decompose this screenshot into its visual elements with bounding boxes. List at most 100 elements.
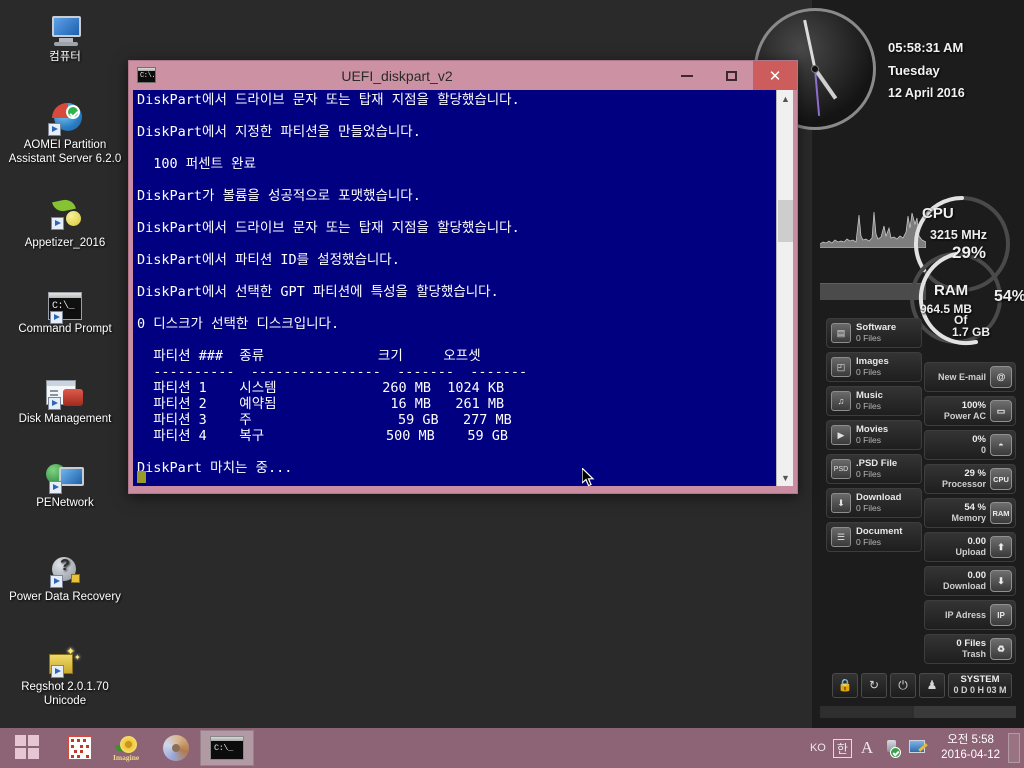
ram-total: 1.7 GB bbox=[952, 325, 991, 339]
file-category-item[interactable]: ▶ Movies 0 Files bbox=[826, 420, 922, 450]
desktop-icon-label: PENetwork bbox=[36, 497, 94, 509]
minimize-button[interactable] bbox=[665, 61, 709, 90]
usb-safely-remove-icon[interactable] bbox=[882, 738, 902, 758]
console-window-icon: C:\. bbox=[137, 67, 156, 83]
status-label: New E-mail bbox=[937, 371, 986, 382]
taskbar-item-qr-app[interactable] bbox=[56, 728, 104, 768]
desktop[interactable]: 컴퓨터 AOMEI Partition Assistant Server 6.2… bbox=[0, 0, 1024, 728]
command-prompt-icon: C:\_ bbox=[0, 278, 130, 324]
file-category-item[interactable]: ⬇ Download 0 Files bbox=[826, 488, 922, 518]
desktop-icon-computer[interactable]: 컴퓨터 bbox=[0, 6, 130, 65]
download-arrow-icon: ⬇ bbox=[990, 570, 1012, 592]
console-window[interactable]: C:\. UEFI_diskpart_v2 ✕ DiskPart에서 드라이브 … bbox=[128, 60, 798, 494]
power-ac-icon: ▭ bbox=[990, 400, 1012, 422]
file-category-item[interactable]: ▤ Software 0 Files bbox=[826, 318, 922, 348]
taskbar-clock[interactable]: 오전 5:58 2016-04-12 bbox=[941, 733, 1000, 763]
user-button[interactable]: ♟ bbox=[919, 672, 945, 698]
tray-ime-indicator[interactable]: 한 bbox=[832, 738, 852, 758]
taskbar[interactable]: Imagine C:\_ KO 한 A 오전 5:58 2016-04-12 bbox=[0, 728, 1024, 768]
file-category-name: Movies bbox=[856, 424, 889, 435]
qr-app-icon bbox=[68, 736, 92, 760]
file-category-count: 0 Files bbox=[856, 469, 882, 479]
email-icon: @ bbox=[990, 366, 1012, 388]
desktop-icon-label: Regshot 2.0.1.70 Unicode bbox=[21, 681, 109, 707]
desktop-icon-disk-management[interactable]: Disk Management bbox=[0, 368, 130, 427]
console-line: DiskPart에서 파티션 ID를 설정했습니다. bbox=[137, 252, 400, 268]
system-tray: KO 한 A 오전 5:58 2016-04-12 bbox=[806, 728, 1024, 768]
file-category-list: ▤ Software 0 Files ◰ Images 0 Files ♫ Mu… bbox=[826, 318, 922, 556]
window-title: UEFI_diskpart_v2 bbox=[341, 67, 453, 84]
status-value: 0 Files bbox=[956, 638, 986, 649]
desktop-icon-appetizer[interactable]: Appetizer_2016 bbox=[0, 192, 130, 251]
show-desktop-button[interactable] bbox=[1008, 733, 1020, 763]
status-value: 0.00 bbox=[967, 570, 987, 581]
console-line: 파티션 ### 종류 크기 오프셋 bbox=[137, 348, 481, 364]
clock-weekday: Tuesday bbox=[888, 63, 940, 78]
maximize-button[interactable] bbox=[709, 61, 753, 90]
imagine-app-label: Imagine bbox=[113, 753, 140, 762]
taskbar-item-disc[interactable] bbox=[152, 728, 200, 768]
music-icon: ♫ bbox=[831, 391, 851, 411]
tray-language[interactable]: KO bbox=[810, 742, 826, 754]
file-category-item[interactable]: PSD .PSD File 0 Files bbox=[826, 454, 922, 484]
desktop-icon-aomei-partition-assistant[interactable]: AOMEI Partition Assistant Server 6.2.0 bbox=[0, 94, 130, 166]
tray-ime-mode[interactable]: A bbox=[861, 738, 873, 758]
file-category-item[interactable]: ♫ Music 0 Files bbox=[826, 386, 922, 416]
tray-clock-time: 오전 5:58 bbox=[947, 734, 994, 746]
system-uptime-box[interactable]: SYSTEM 0 D 0 H 03 M bbox=[948, 672, 1012, 698]
clock-time: 05:58:31 AM bbox=[888, 40, 964, 55]
restart-button[interactable]: ↻ bbox=[861, 672, 887, 698]
clock-text-block: 05:58:31 AM Tuesday 12 April 2016 bbox=[888, 36, 965, 105]
gadget-panel-footer bbox=[820, 706, 1016, 718]
status-label: Upload bbox=[955, 547, 987, 557]
desktop-icon-power-data-recovery[interactable]: ? Power Data Recovery bbox=[0, 546, 130, 605]
file-category-name: .PSD File bbox=[856, 458, 898, 469]
status-item-network[interactable]: 0% 0 ◓ bbox=[924, 430, 1016, 460]
status-item-ip-address[interactable]: IP Adress IP bbox=[924, 600, 1016, 630]
desktop-icon-label: Command Prompt bbox=[18, 323, 112, 335]
scroll-down-arrow[interactable]: ▼ bbox=[777, 469, 793, 486]
scroll-up-arrow[interactable]: ▲ bbox=[777, 90, 793, 107]
lock-button[interactable]: 🔒 bbox=[832, 672, 858, 698]
scrollbar-thumb[interactable] bbox=[778, 200, 793, 242]
console-titlebar[interactable]: C:\. UEFI_diskpart_v2 ✕ bbox=[129, 61, 797, 90]
start-button[interactable] bbox=[0, 728, 56, 768]
close-button[interactable]: ✕ bbox=[753, 61, 797, 90]
status-label: Memory bbox=[951, 513, 986, 523]
display-settings-icon[interactable] bbox=[908, 738, 928, 758]
status-item-download[interactable]: 0.00 Download ⬇ bbox=[924, 566, 1016, 596]
status-item-trash[interactable]: 0 Files Trash ♻ bbox=[924, 634, 1016, 664]
desktop-icon-label: 컴퓨터 bbox=[49, 51, 81, 63]
movies-icon: ▶ bbox=[831, 425, 851, 445]
windows-logo-icon bbox=[15, 735, 41, 761]
file-category-item[interactable]: ◰ Images 0 Files bbox=[826, 352, 922, 382]
psd-file-icon: PSD bbox=[831, 459, 851, 479]
desktop-icon-command-prompt[interactable]: C:\_ Command Prompt bbox=[0, 278, 130, 337]
ram-icon: RAM bbox=[990, 502, 1012, 524]
taskbar-item-imagine[interactable]: Imagine bbox=[104, 728, 152, 768]
taskbar-item-command-prompt[interactable]: C:\_ bbox=[200, 730, 254, 766]
console-scrollbar[interactable]: ▲ ▼ bbox=[776, 90, 793, 486]
console-output: DiskPart에서 드라이브 문자 또는 탑재 지점을 할당했습니다. Dis… bbox=[137, 92, 773, 486]
desktop-icon-regshot[interactable]: ✦ ✦ Regshot 2.0.1.70 Unicode bbox=[0, 636, 130, 708]
desktop-icon-penetwork[interactable]: PENetwork bbox=[0, 452, 130, 511]
status-item-processor[interactable]: 29 % Processor CPU bbox=[924, 464, 1016, 494]
ram-percent: 54% bbox=[994, 288, 1024, 305]
status-item-power-ac[interactable]: 100% Power AC ▭ bbox=[924, 396, 1016, 426]
system-status-list: New E-mail @ 100% Power AC ▭ 0% 0 ◓ 29 %… bbox=[924, 362, 1016, 668]
status-item-new-email[interactable]: New E-mail @ bbox=[924, 362, 1016, 392]
command-prompt-taskbar-icon: C:\_ bbox=[210, 736, 244, 760]
status-item-memory[interactable]: 54 % Memory RAM bbox=[924, 498, 1016, 528]
power-button[interactable]: ⏻ bbox=[890, 672, 916, 698]
regshot-icon: ✦ ✦ bbox=[0, 636, 130, 678]
console-body[interactable]: DiskPart에서 드라이브 문자 또는 탑재 지점을 할당했습니다. Dis… bbox=[133, 90, 793, 486]
desktop-icon-label: Power Data Recovery bbox=[9, 591, 121, 603]
status-item-upload[interactable]: 0.00 Upload ⬆ bbox=[924, 532, 1016, 562]
file-category-item[interactable]: ☰ Document 0 Files bbox=[826, 522, 922, 552]
software-icon: ▤ bbox=[831, 323, 851, 343]
desktop-icon-label: Disk Management bbox=[18, 413, 112, 425]
